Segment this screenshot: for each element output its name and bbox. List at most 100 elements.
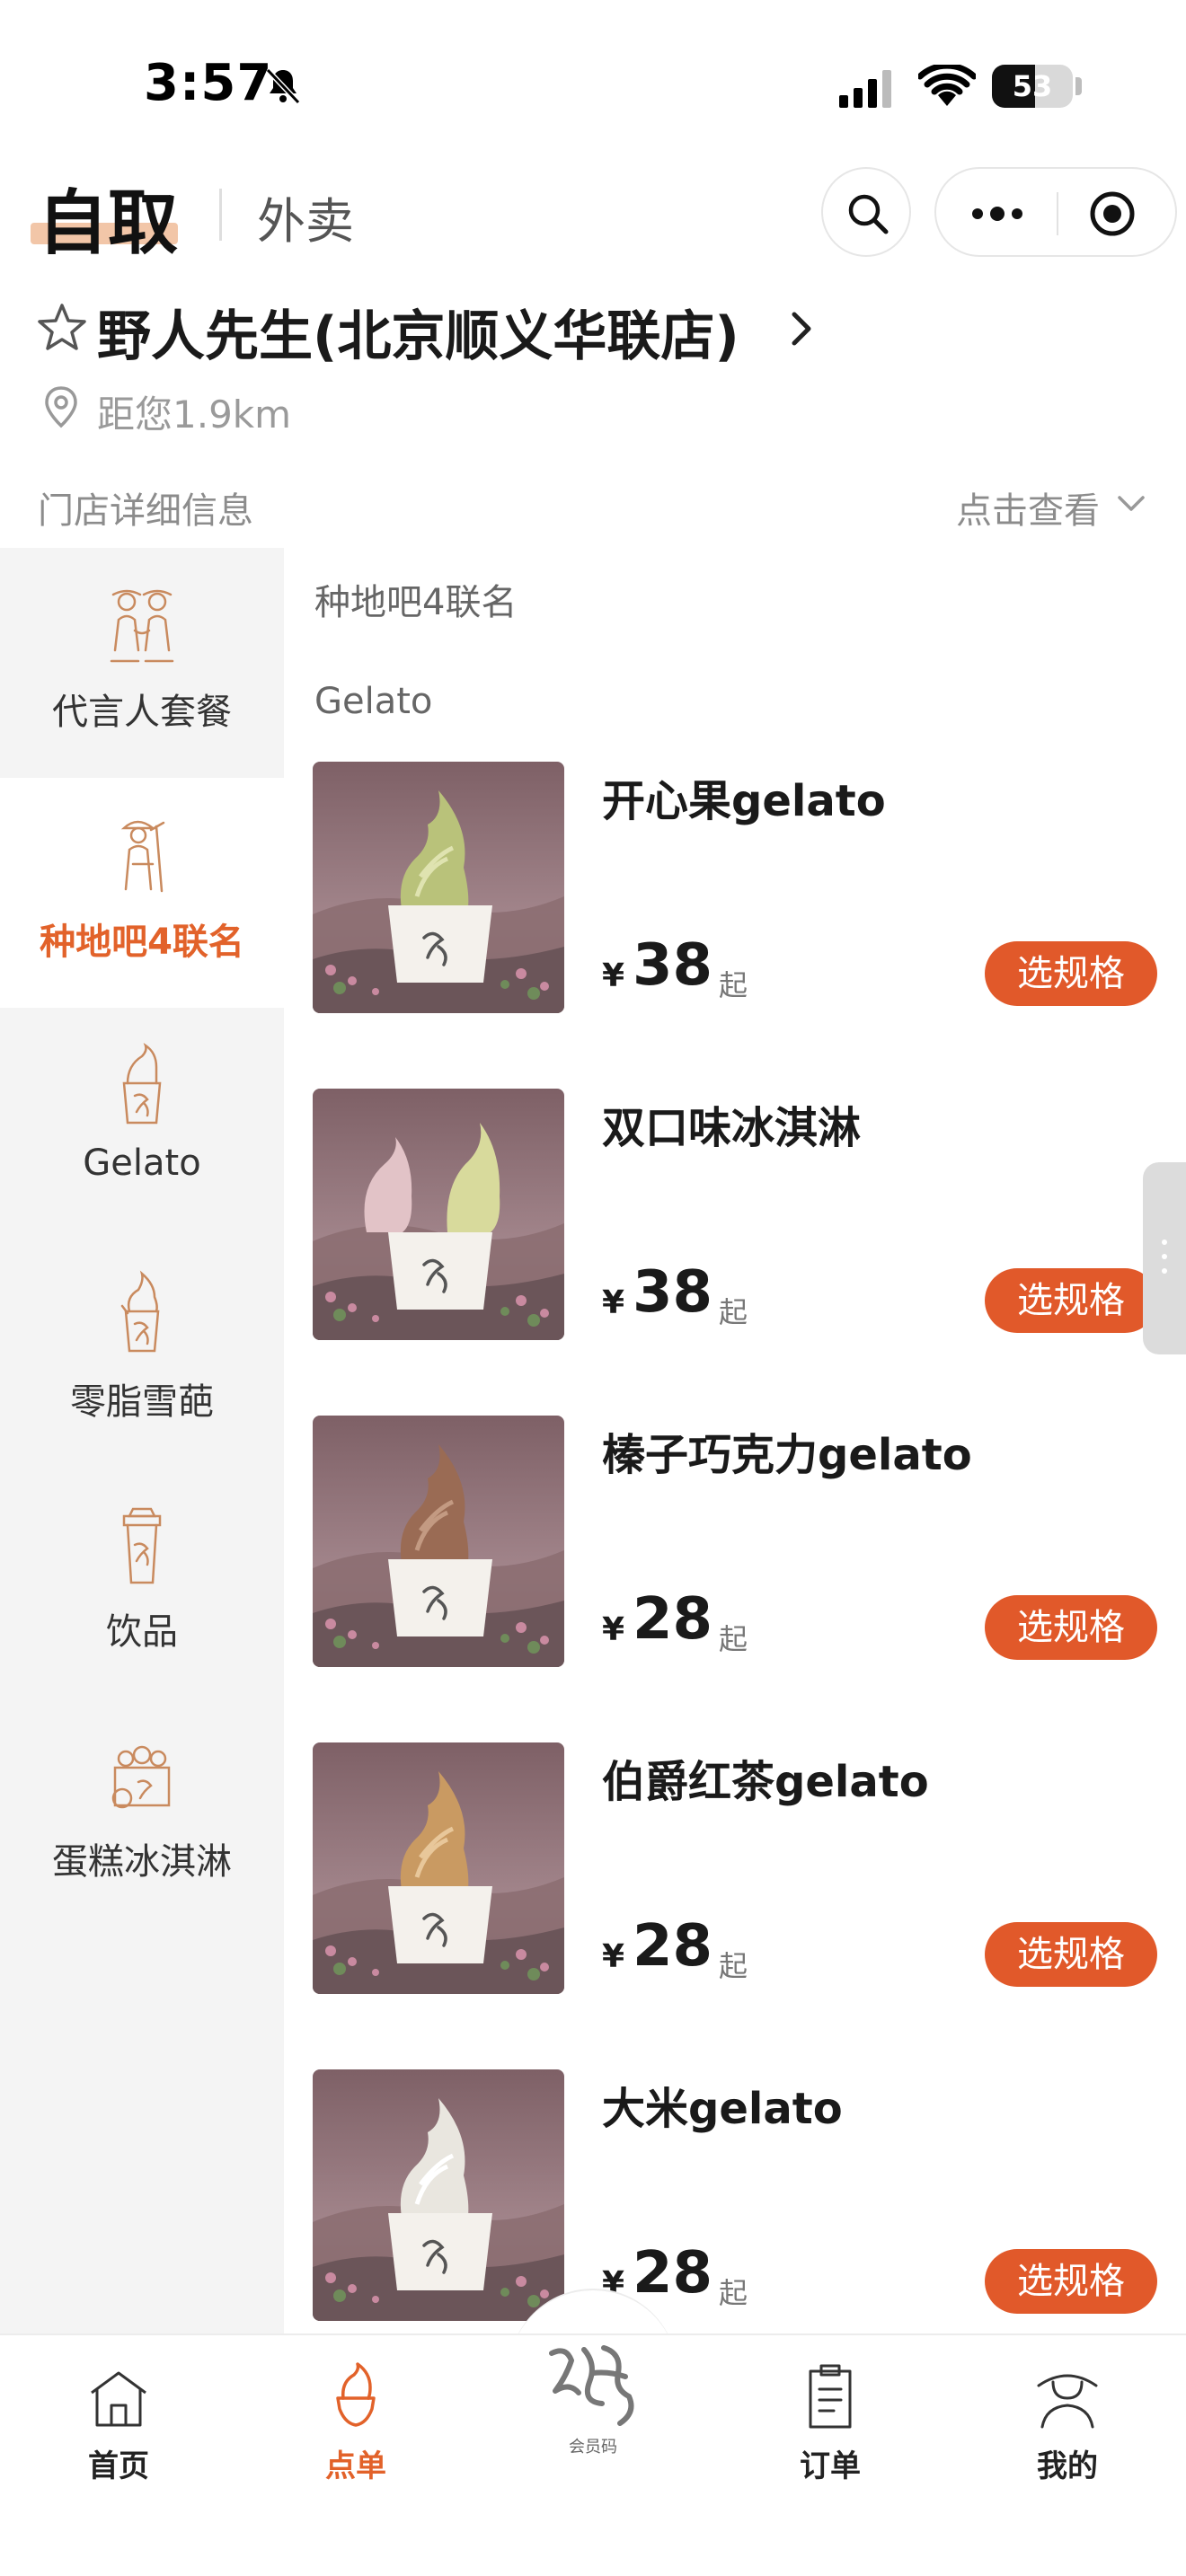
product-name: 大米gelato xyxy=(602,2084,843,2134)
product-price: 28 xyxy=(633,1913,713,1980)
drink-cup-icon xyxy=(122,1507,162,1584)
price-currency: ¥ xyxy=(602,1938,625,1975)
orders-clipboard-icon xyxy=(809,2364,852,2429)
sidebar-item-gelato[interactable]: Gelato xyxy=(0,1008,284,1238)
product-price: 28 xyxy=(633,2240,713,2307)
product-card[interactable]: 伯爵红茶gelato ¥ 28 起 选规格 xyxy=(313,1742,1157,1994)
nav-order[interactable]: 点单 xyxy=(284,2362,428,2488)
product-name: 伯爵红茶gelato xyxy=(602,1757,929,1807)
price-suffix: 起 xyxy=(719,1949,748,1983)
spokesperson-icon xyxy=(110,589,174,663)
nav-home[interactable]: 首页 xyxy=(47,2362,190,2488)
select-spec-button[interactable]: 选规格 xyxy=(985,941,1157,1006)
price-suffix: 起 xyxy=(719,968,748,1002)
nav-label: 点单 xyxy=(325,2448,386,2484)
product-card[interactable]: 开心果gelato ¥ 38 起 选规格 xyxy=(313,762,1157,1013)
product-card[interactable]: 榛子巧克力gelato ¥ 28 起 选规格 xyxy=(313,1416,1157,1667)
location-pin-icon xyxy=(45,386,77,428)
sorbet-icon xyxy=(120,1270,160,1353)
mini-program-capsule xyxy=(934,167,1177,257)
member-code-logo[interactable] xyxy=(539,2337,647,2436)
product-image-frame[interactable] xyxy=(313,2069,564,2321)
store-name[interactable]: 野人先生(北京顺义华联店) xyxy=(97,293,739,371)
product-price: 38 xyxy=(633,1259,713,1326)
product-price: 38 xyxy=(633,932,713,999)
sidebar-item-drinks[interactable]: 饮品 xyxy=(0,1468,284,1698)
member-code-label: 会员码 xyxy=(569,2438,617,2457)
sidebar-label: Gelato xyxy=(83,1142,201,1184)
section-title-gelato: Gelato xyxy=(314,681,433,722)
close-target-icon[interactable] xyxy=(1087,189,1137,239)
store-distance: 距您1.9km xyxy=(97,393,292,437)
nav-orders[interactable]: 订单 xyxy=(758,2362,902,2488)
product-image xyxy=(313,1742,564,1994)
nav-label: 我的 xyxy=(1037,2448,1098,2484)
product-name: 开心果gelato xyxy=(602,776,886,826)
tab-divider xyxy=(219,189,222,241)
cake-icon xyxy=(111,1745,171,1809)
bell-muted-icon xyxy=(265,67,301,105)
capsule-divider xyxy=(1057,192,1058,235)
nav-profile[interactable]: 我的 xyxy=(996,2362,1139,2488)
product-image xyxy=(313,1416,564,1667)
category-sidebar: 代言人套餐 种地吧4联名 Gelato 零脂雪葩 饮品 蛋糕冰淇淋 xyxy=(0,548,284,2344)
sidebar-label: 代言人套餐 xyxy=(52,692,232,733)
select-spec-button[interactable]: 选规格 xyxy=(985,1922,1157,1987)
tab-pickup[interactable]: 自取 xyxy=(38,167,178,268)
product-name: 双口味冰淇淋 xyxy=(602,1103,862,1153)
price-suffix: 起 xyxy=(719,1622,748,1656)
wifi-icon xyxy=(918,65,976,106)
product-image xyxy=(313,762,564,1013)
chevron-right-icon[interactable] xyxy=(783,307,819,350)
search-icon xyxy=(848,194,889,234)
sidebar-label: 蛋糕冰淇淋 xyxy=(52,1841,232,1883)
product-image xyxy=(313,1089,564,1340)
product-name: 榛子巧克力gelato xyxy=(602,1430,972,1480)
chevron-down-icon[interactable] xyxy=(1114,490,1148,517)
product-card[interactable]: 双口味冰淇淋 ¥ 38 起 选规格 xyxy=(313,1089,1157,1340)
battery-nub xyxy=(1075,77,1082,95)
battery-percent: 53 xyxy=(1012,69,1053,103)
section-title-collab: 种地吧4联名 xyxy=(314,582,518,623)
tab-delivery[interactable]: 外卖 xyxy=(257,181,354,252)
battery-indicator: 53 xyxy=(992,65,1073,108)
nav-label: 首页 xyxy=(88,2448,149,2484)
sidebar-item-cake[interactable]: 蛋糕冰淇淋 xyxy=(0,1698,284,1928)
search-button[interactable] xyxy=(821,167,911,257)
side-drawer-handle[interactable] xyxy=(1143,1162,1186,1354)
status-bar: 3:57 53 xyxy=(0,0,1186,162)
sidebar-label: 饮品 xyxy=(106,1611,178,1653)
sidebar-item-sorbet[interactable]: 零脂雪葩 xyxy=(0,1238,284,1468)
favorite-star-icon[interactable] xyxy=(36,302,88,354)
sidebar-item-collab[interactable]: 种地吧4联名 xyxy=(0,778,284,1008)
order-icecream-icon xyxy=(336,2362,376,2427)
farmer-icon xyxy=(120,820,165,893)
product-price: 28 xyxy=(633,1586,713,1653)
store-detail-link[interactable]: 点击查看 xyxy=(956,481,1100,534)
price-currency: ¥ xyxy=(602,1284,625,1321)
app-page: 3:57 53 自取 外卖 野人先生(北京顺义华联店) 距您1.9km 门店详细… xyxy=(0,0,1186,2576)
store-detail-label: 门店详细信息 xyxy=(38,490,253,532)
product-image-frame[interactable] xyxy=(313,1742,564,1994)
select-spec-button[interactable]: 选规格 xyxy=(985,2249,1157,2314)
product-image-frame[interactable] xyxy=(313,1089,564,1340)
product-image xyxy=(313,2069,564,2321)
price-suffix: 起 xyxy=(719,1295,748,1329)
sidebar-label: 零脂雪葩 xyxy=(70,1381,214,1423)
select-spec-button[interactable]: 选规格 xyxy=(985,1595,1157,1660)
price-currency: ¥ xyxy=(602,1611,625,1648)
select-spec-button[interactable]: 选规格 xyxy=(985,1268,1157,1333)
product-card[interactable]: 大米gelato ¥ 28 起 选规格 xyxy=(313,2069,1157,2321)
sidebar-item-spokesperson[interactable]: 代言人套餐 xyxy=(0,548,284,778)
nav-label: 订单 xyxy=(800,2448,861,2484)
profile-icon xyxy=(1037,2374,1098,2429)
product-image-frame[interactable] xyxy=(313,762,564,1013)
more-dots-icon[interactable] xyxy=(969,194,1026,234)
cellular-signal-icon xyxy=(839,70,891,108)
status-time: 3:57 xyxy=(144,54,273,112)
gelato-cup-icon xyxy=(122,1042,162,1125)
sidebar-label: 种地吧4联名 xyxy=(40,922,244,963)
product-image-frame[interactable] xyxy=(313,1416,564,1667)
home-icon xyxy=(91,2371,146,2427)
price-currency: ¥ xyxy=(602,957,625,994)
